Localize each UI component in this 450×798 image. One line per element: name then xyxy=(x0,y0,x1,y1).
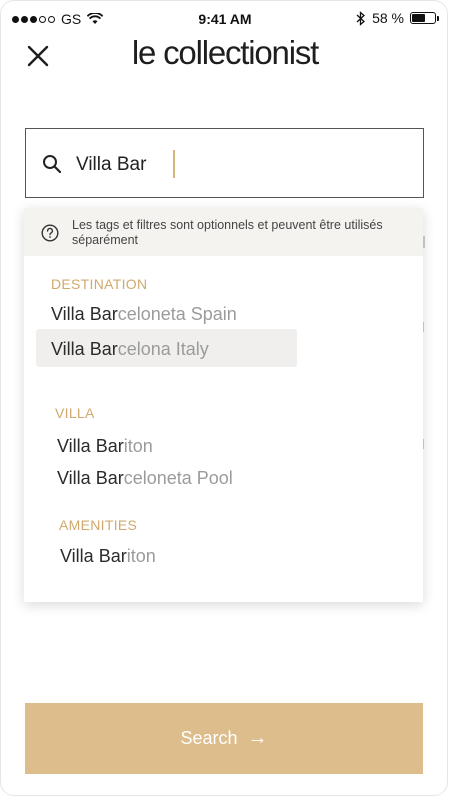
search-button[interactable]: Search → xyxy=(25,703,423,774)
suggestion-item[interactable]: Villa Barceloneta Spain xyxy=(51,304,237,325)
battery-percent: 58 % xyxy=(372,10,404,26)
search-icon xyxy=(43,155,62,174)
battery-fill xyxy=(412,14,425,22)
section-title-destination: DESTINATION xyxy=(51,276,148,292)
suggestion-match: Villa Bar xyxy=(60,546,127,566)
suggestion-match: Villa Bar xyxy=(57,436,124,456)
suggestion-match: Villa Bar xyxy=(51,304,118,324)
bluetooth-icon xyxy=(356,10,366,26)
hint-text: Les tags et filtres sont optionnels et p… xyxy=(72,218,383,247)
info-hint: Les tags et filtres sont optionnels et p… xyxy=(24,208,423,256)
suggestion-item-highlighted[interactable]: Villa Barcelona Italy xyxy=(36,329,297,367)
suggestion-match: Villa Bar xyxy=(57,468,124,488)
section-title-amenities: AMENITIES xyxy=(59,517,138,533)
section-title-villa: VILLA xyxy=(55,405,95,421)
search-button-label: Search xyxy=(180,728,238,748)
battery-icon xyxy=(410,12,439,24)
background-divider xyxy=(423,439,424,449)
suggestion-rest: celona Italy xyxy=(117,339,209,359)
suggestions-dropdown: Les tags et filtres sont optionnels et p… xyxy=(24,208,423,602)
suggestion-rest: iton xyxy=(126,546,156,566)
text-caret xyxy=(173,150,175,178)
question-circle-icon xyxy=(41,224,59,242)
status-right: 58 % xyxy=(356,10,439,26)
background-divider xyxy=(423,322,424,332)
suggestion-item[interactable]: Villa Bariton xyxy=(60,546,156,567)
arrow-right-icon: → xyxy=(247,727,268,749)
suggestion-item[interactable]: Villa Barceloneta Pool xyxy=(57,468,233,489)
suggestion-rest: iton xyxy=(123,436,153,456)
suggestion-match: Villa Bar xyxy=(51,339,118,359)
suggestion-item[interactable]: Villa Bariton xyxy=(57,436,153,457)
suggestion-rest: celoneta Pool xyxy=(123,468,233,488)
search-input[interactable] xyxy=(74,149,408,181)
app-logo: le collectionist xyxy=(131,34,319,71)
search-field[interactable] xyxy=(25,128,424,198)
suggestion-rest: celoneta Spain xyxy=(117,304,237,324)
background-divider xyxy=(423,236,425,248)
